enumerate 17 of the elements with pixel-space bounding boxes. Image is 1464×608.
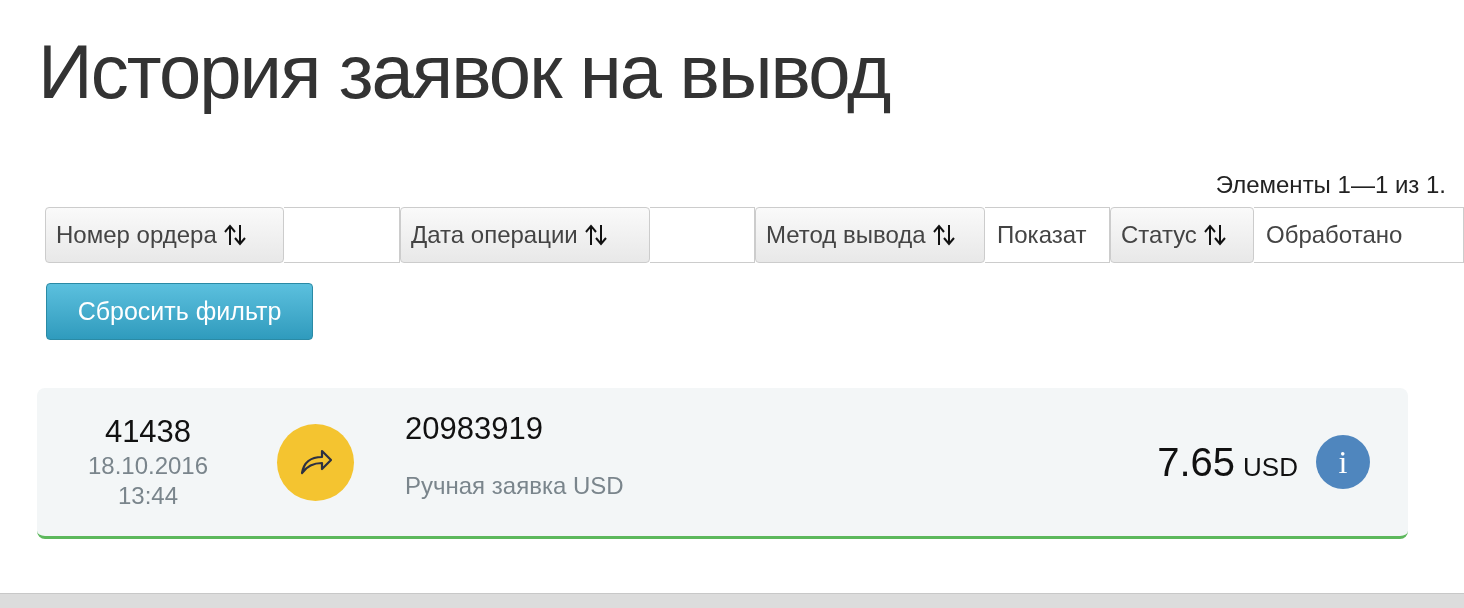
order-currency: USD	[1243, 451, 1298, 484]
sort-header-button[interactable]: Дата операции	[400, 207, 650, 263]
filter-input[interactable]	[284, 207, 400, 263]
filter-input[interactable]	[650, 207, 755, 263]
filter-input[interactable]: Показат	[985, 207, 1110, 263]
sort-header-button[interactable]: Метод вывода	[755, 207, 985, 263]
transaction-number: 20983919	[405, 410, 544, 448]
order-date: 18.10.2016	[87, 451, 209, 482]
sort-header-button[interactable]: Статус	[1110, 207, 1254, 263]
sort-header-button[interactable]: Номер ордера	[45, 207, 284, 263]
order-number: 41438	[104, 412, 192, 451]
order-amount: 7.65	[1157, 439, 1236, 486]
filter-input[interactable]: Обработано	[1254, 207, 1464, 263]
order-time: 13:44	[117, 481, 179, 512]
pager-summary: Элементы 1—1 из 1.	[1215, 170, 1446, 200]
info-button[interactable]: i	[1316, 435, 1370, 489]
payment-method: Ручная заявка USD	[405, 470, 624, 501]
